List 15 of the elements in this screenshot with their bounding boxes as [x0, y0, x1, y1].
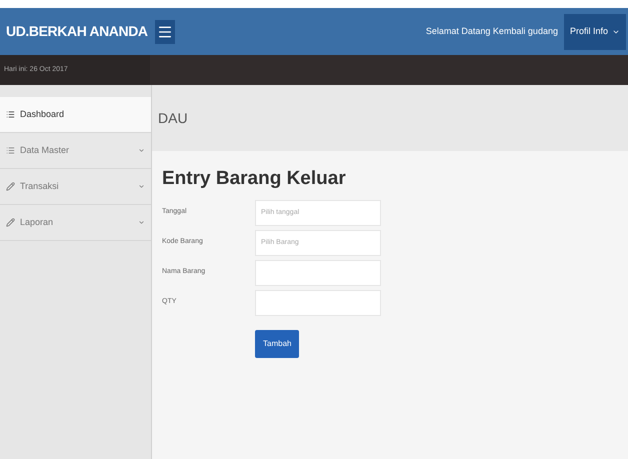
page-header-title: DAU [158, 108, 188, 128]
list-icon [6, 110, 15, 119]
greeting-text: Selamat Datang Kembali gudang [426, 24, 558, 38]
input-field[interactable] [255, 290, 381, 316]
input-field[interactable] [255, 260, 381, 286]
sidebar-item[interactable]: Dashboard [0, 97, 151, 133]
pencil-icon [6, 182, 15, 191]
list-icon [6, 146, 15, 155]
submit-button[interactable]: Tambah [255, 330, 300, 358]
brand-title: UD.BERKAH ANANDA [5, 22, 149, 41]
menu-icon [157, 24, 173, 40]
profile-dropdown-button[interactable]: Profil Info [564, 14, 626, 50]
pencil-icon [6, 218, 15, 227]
form-title: Entry Barang Keluar [162, 167, 347, 191]
menu-toggle-button[interactable] [155, 20, 175, 44]
